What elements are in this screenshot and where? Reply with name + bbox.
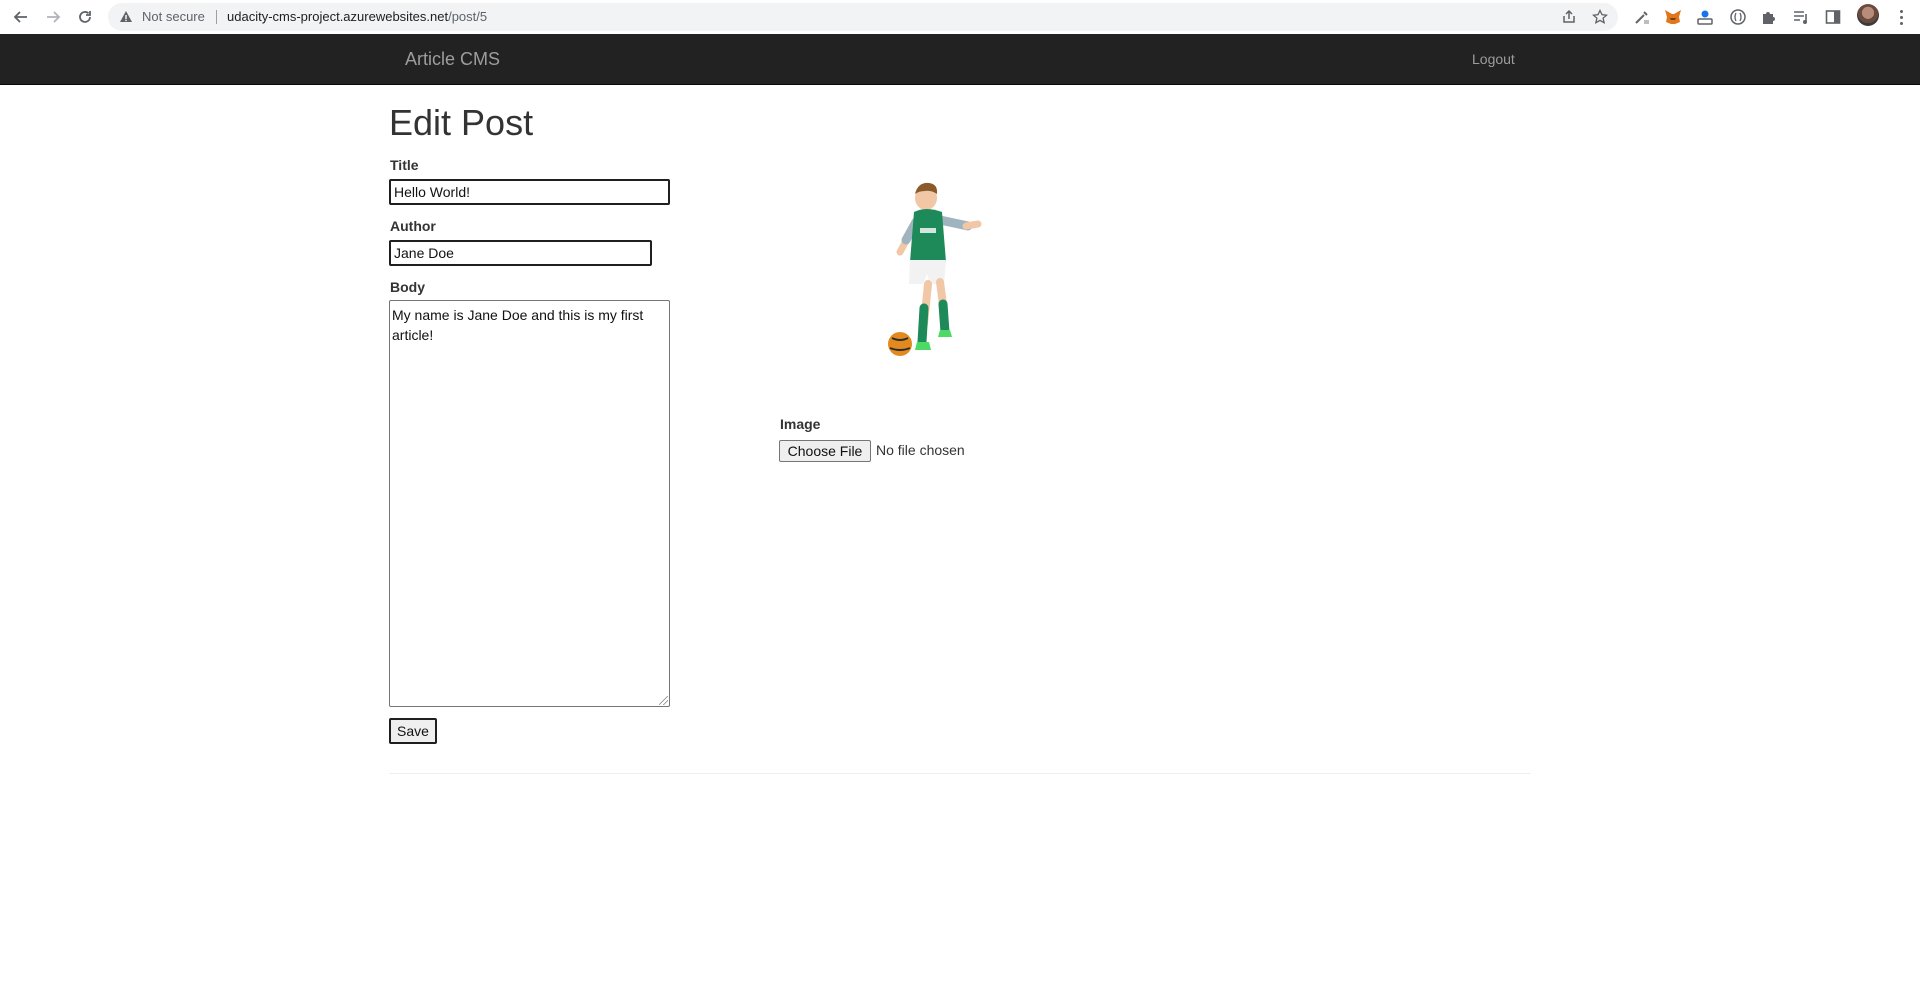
puzzle-extensions-icon[interactable]: [1758, 6, 1780, 28]
security-status[interactable]: Not secure: [142, 9, 205, 24]
address-bar[interactable]: Not secure udacity-cms-project.azurewebs…: [108, 3, 1618, 31]
back-arrow-icon[interactable]: [9, 5, 33, 29]
metamask-fox-icon[interactable]: [1662, 6, 1684, 28]
forward-arrow-icon[interactable]: [41, 5, 65, 29]
address-separator: [216, 10, 217, 24]
file-status-text: No file chosen: [876, 442, 965, 458]
title-input[interactable]: Hello World!: [389, 179, 670, 205]
choose-file-button[interactable]: Choose File: [779, 440, 871, 462]
profile-avatar[interactable]: [1857, 4, 1879, 26]
image-label: Image: [780, 416, 821, 432]
app-navbar: Article CMS Logout: [0, 34, 1920, 85]
body-text: My name is Jane Doe and this is my first…: [392, 307, 644, 343]
navbar-brand[interactable]: Article CMS: [405, 49, 500, 70]
save-button[interactable]: Save: [389, 718, 437, 744]
resize-handle-icon[interactable]: [659, 696, 668, 705]
warning-triangle-icon[interactable]: [118, 9, 134, 25]
logout-link[interactable]: Logout: [1472, 51, 1515, 67]
browser-toolbar: Not secure udacity-cms-project.azurewebs…: [0, 0, 1920, 35]
browser-menu-icon[interactable]: [1891, 6, 1911, 28]
reading-list-icon[interactable]: [1790, 6, 1812, 28]
body-label: Body: [390, 279, 425, 295]
post-image: [888, 182, 982, 356]
share-icon[interactable]: [1560, 8, 1578, 26]
bookmark-star-icon[interactable]: [1591, 8, 1609, 26]
url-path: /post/5: [448, 9, 488, 24]
url-text[interactable]: udacity-cms-project.azurewebsites.net/po…: [227, 9, 487, 24]
body-textarea[interactable]: My name is Jane Doe and this is my first…: [389, 300, 670, 707]
author-input[interactable]: Jane Doe: [389, 240, 652, 266]
page-title: Edit Post: [389, 102, 534, 143]
url-host: udacity-cms-project.azurewebsites.net: [227, 9, 449, 24]
eyedropper-extension-icon[interactable]: [1631, 6, 1653, 28]
footer-divider: [389, 773, 1531, 774]
author-label: Author: [390, 218, 436, 234]
title-label: Title: [390, 157, 419, 173]
user-badge-extension-icon[interactable]: [1694, 6, 1716, 28]
reload-icon[interactable]: [73, 5, 97, 29]
side-panel-icon[interactable]: [1822, 6, 1844, 28]
circle-extension-icon[interactable]: [1727, 6, 1749, 28]
